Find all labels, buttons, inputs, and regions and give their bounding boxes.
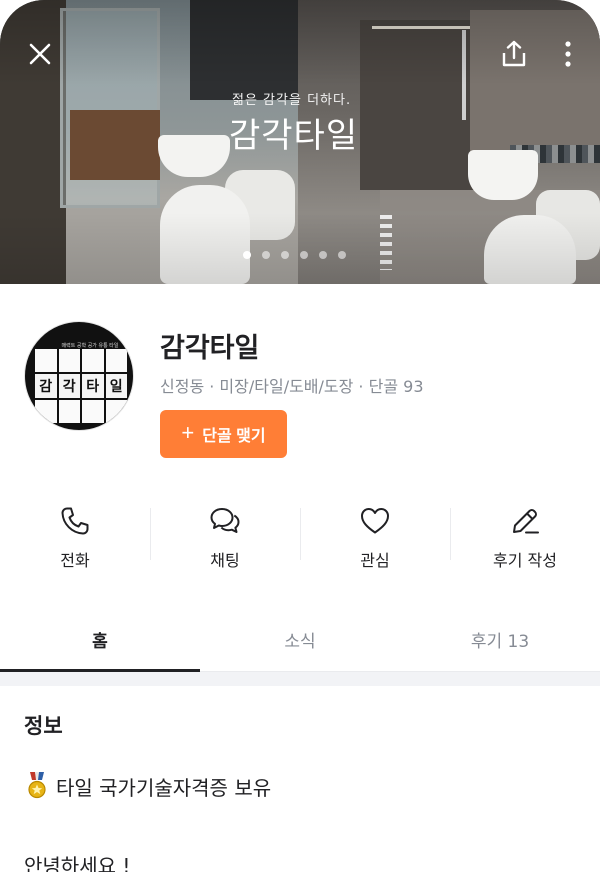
medal-icon: [28, 772, 46, 799]
close-icon: [29, 43, 51, 65]
avatar-logo-cell: [58, 399, 80, 423]
avatar-logo-cell: [105, 349, 127, 373]
avatar-logo-cell: [35, 349, 57, 373]
carousel-dot: [300, 251, 308, 259]
carousel-dot: [319, 251, 327, 259]
close-button[interactable]: [20, 34, 60, 74]
avatar-logo-cell: [35, 399, 57, 423]
pencil-icon: [513, 509, 539, 534]
certificate-text: 타일 국가기술자격증 보유: [56, 775, 272, 800]
certificate-line: 타일 국가기술자격증 보유: [24, 771, 271, 801]
avatar-logo-cell: [58, 349, 80, 373]
carousel-dot: [338, 251, 346, 259]
share-icon: [502, 40, 526, 67]
avatar-logo-cell: 일: [105, 374, 127, 398]
share-button[interactable]: [494, 34, 534, 74]
avatar-logo-cell: [105, 399, 127, 423]
more-button[interactable]: [548, 34, 588, 74]
avatar-logo-grid: 감각타일: [35, 349, 127, 423]
call-button[interactable]: 전화: [0, 496, 150, 576]
write-review-button[interactable]: 후기 작성: [450, 496, 600, 576]
avatar-logo-cell: 각: [58, 374, 80, 398]
hero-title: 감각타일: [229, 116, 359, 156]
chat-bubbles-icon: [210, 508, 240, 533]
avatar-logo-cell: 타: [82, 374, 104, 398]
section-divider: [0, 672, 600, 686]
business-meta: 신정동 · 미장/타일/도배/도장 · 단골 93: [160, 377, 424, 396]
avatar-logo-cell: [82, 349, 104, 373]
call-label: 전화: [60, 551, 90, 570]
carousel-dot: [243, 251, 251, 259]
like-label: 관심: [360, 551, 390, 570]
carousel-dot: [262, 251, 270, 259]
tab-news[interactable]: 소식: [200, 608, 400, 671]
action-bar: 전화 채팅 관심 후기 작성: [0, 496, 600, 576]
info-section-title: 정보: [24, 714, 63, 738]
business-name: 감각타일: [160, 333, 260, 364]
carousel-indicator: [243, 251, 346, 259]
tab-reviews[interactable]: 후기 13: [400, 608, 600, 671]
hero-image-carousel[interactable]: 젊은 감각을 더하다. 감각타일: [0, 0, 600, 284]
avatar-logo-cell: 감: [35, 374, 57, 398]
more-vertical-icon: [565, 41, 571, 67]
chat-label: 채팅: [210, 551, 240, 570]
tab-bar: 홈 소식 후기 13: [0, 608, 600, 672]
plus-icon: +: [181, 420, 195, 445]
phone-icon: [61, 507, 89, 535]
greeting-text: 안녕하세요 !: [24, 854, 131, 872]
avatar: 매력트 공학 공가 유통 타일 감각타일: [24, 321, 134, 431]
write-review-label: 후기 작성: [493, 551, 557, 570]
carousel-dot: [281, 251, 289, 259]
hero-subtitle: 젊은 감각을 더하다.: [232, 93, 352, 108]
avatar-caption: 매력트 공학 공가 유통 타일: [61, 343, 119, 349]
add-regular-button[interactable]: + 단골 맺기: [160, 410, 287, 458]
chat-button[interactable]: 채팅: [150, 496, 300, 576]
like-button[interactable]: 관심: [300, 496, 450, 576]
add-regular-label: 단골 맺기: [202, 428, 266, 445]
tab-home[interactable]: 홈: [0, 608, 200, 672]
avatar-logo-cell: [82, 399, 104, 423]
heart-icon: [361, 508, 389, 534]
